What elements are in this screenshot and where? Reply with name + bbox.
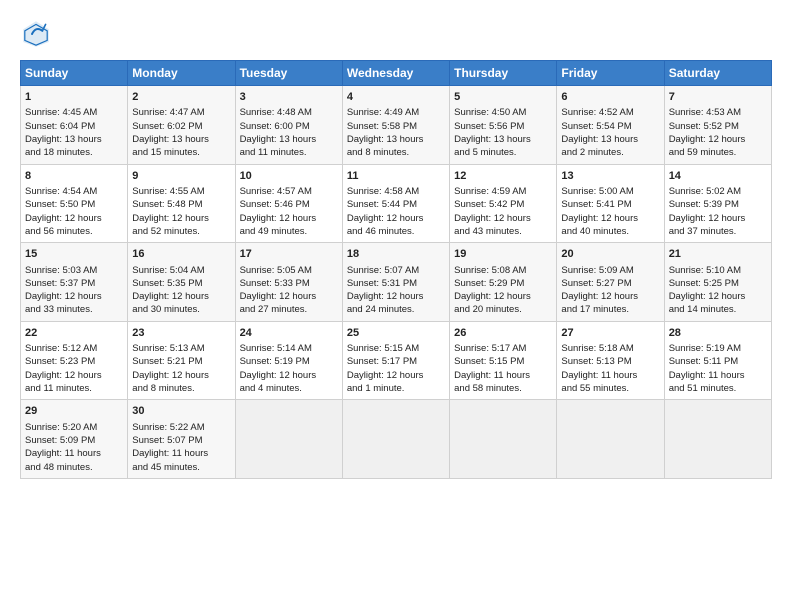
day-number: 19 bbox=[454, 247, 552, 262]
calendar-cell: 20Sunrise: 5:09 AMSunset: 5:27 PMDayligh… bbox=[557, 243, 664, 322]
calendar-cell bbox=[664, 400, 771, 479]
calendar-cell: 19Sunrise: 5:08 AMSunset: 5:29 PMDayligh… bbox=[450, 243, 557, 322]
day-number: 11 bbox=[347, 169, 445, 184]
day-number: 1 bbox=[25, 90, 123, 105]
calendar-cell: 11Sunrise: 4:58 AMSunset: 5:44 PMDayligh… bbox=[342, 164, 449, 243]
calendar-page: SundayMondayTuesdayWednesdayThursdayFrid… bbox=[0, 0, 792, 612]
day-header: Thursday bbox=[450, 61, 557, 86]
calendar-cell bbox=[450, 400, 557, 479]
day-number: 28 bbox=[669, 326, 767, 341]
calendar-cell: 21Sunrise: 5:10 AMSunset: 5:25 PMDayligh… bbox=[664, 243, 771, 322]
calendar-cell: 17Sunrise: 5:05 AMSunset: 5:33 PMDayligh… bbox=[235, 243, 342, 322]
calendar-week-row: 1Sunrise: 4:45 AMSunset: 6:04 PMDaylight… bbox=[21, 86, 772, 165]
day-number: 10 bbox=[240, 169, 338, 184]
calendar-cell bbox=[235, 400, 342, 479]
calendar-cell: 23Sunrise: 5:13 AMSunset: 5:21 PMDayligh… bbox=[128, 321, 235, 400]
calendar-cell: 9Sunrise: 4:55 AMSunset: 5:48 PMDaylight… bbox=[128, 164, 235, 243]
day-number: 27 bbox=[561, 326, 659, 341]
calendar-cell: 10Sunrise: 4:57 AMSunset: 5:46 PMDayligh… bbox=[235, 164, 342, 243]
day-number: 29 bbox=[25, 404, 123, 419]
day-header: Saturday bbox=[664, 61, 771, 86]
day-number: 4 bbox=[347, 90, 445, 105]
day-number: 23 bbox=[132, 326, 230, 341]
logo bbox=[20, 18, 58, 50]
calendar-cell: 13Sunrise: 5:00 AMSunset: 5:41 PMDayligh… bbox=[557, 164, 664, 243]
calendar-week-row: 29Sunrise: 5:20 AMSunset: 5:09 PMDayligh… bbox=[21, 400, 772, 479]
calendar-cell: 18Sunrise: 5:07 AMSunset: 5:31 PMDayligh… bbox=[342, 243, 449, 322]
day-number: 13 bbox=[561, 169, 659, 184]
calendar-cell: 6Sunrise: 4:52 AMSunset: 5:54 PMDaylight… bbox=[557, 86, 664, 165]
day-number: 5 bbox=[454, 90, 552, 105]
header bbox=[20, 18, 772, 50]
day-number: 2 bbox=[132, 90, 230, 105]
day-number: 21 bbox=[669, 247, 767, 262]
calendar-cell: 8Sunrise: 4:54 AMSunset: 5:50 PMDaylight… bbox=[21, 164, 128, 243]
calendar-cell: 29Sunrise: 5:20 AMSunset: 5:09 PMDayligh… bbox=[21, 400, 128, 479]
calendar-cell: 14Sunrise: 5:02 AMSunset: 5:39 PMDayligh… bbox=[664, 164, 771, 243]
day-header: Sunday bbox=[21, 61, 128, 86]
calendar-week-row: 22Sunrise: 5:12 AMSunset: 5:23 PMDayligh… bbox=[21, 321, 772, 400]
calendar-cell: 3Sunrise: 4:48 AMSunset: 6:00 PMDaylight… bbox=[235, 86, 342, 165]
logo-icon bbox=[20, 18, 52, 50]
day-number: 6 bbox=[561, 90, 659, 105]
calendar-cell: 2Sunrise: 4:47 AMSunset: 6:02 PMDaylight… bbox=[128, 86, 235, 165]
calendar-cell: 27Sunrise: 5:18 AMSunset: 5:13 PMDayligh… bbox=[557, 321, 664, 400]
calendar-cell: 16Sunrise: 5:04 AMSunset: 5:35 PMDayligh… bbox=[128, 243, 235, 322]
calendar-cell: 25Sunrise: 5:15 AMSunset: 5:17 PMDayligh… bbox=[342, 321, 449, 400]
calendar-week-row: 15Sunrise: 5:03 AMSunset: 5:37 PMDayligh… bbox=[21, 243, 772, 322]
day-number: 7 bbox=[669, 90, 767, 105]
calendar-cell: 28Sunrise: 5:19 AMSunset: 5:11 PMDayligh… bbox=[664, 321, 771, 400]
day-number: 24 bbox=[240, 326, 338, 341]
day-number: 12 bbox=[454, 169, 552, 184]
day-header: Monday bbox=[128, 61, 235, 86]
calendar-cell: 7Sunrise: 4:53 AMSunset: 5:52 PMDaylight… bbox=[664, 86, 771, 165]
calendar-cell: 4Sunrise: 4:49 AMSunset: 5:58 PMDaylight… bbox=[342, 86, 449, 165]
day-number: 16 bbox=[132, 247, 230, 262]
day-number: 26 bbox=[454, 326, 552, 341]
header-row: SundayMondayTuesdayWednesdayThursdayFrid… bbox=[21, 61, 772, 86]
calendar-cell: 15Sunrise: 5:03 AMSunset: 5:37 PMDayligh… bbox=[21, 243, 128, 322]
day-header: Wednesday bbox=[342, 61, 449, 86]
day-number: 15 bbox=[25, 247, 123, 262]
day-header: Tuesday bbox=[235, 61, 342, 86]
calendar-week-row: 8Sunrise: 4:54 AMSunset: 5:50 PMDaylight… bbox=[21, 164, 772, 243]
calendar-cell: 5Sunrise: 4:50 AMSunset: 5:56 PMDaylight… bbox=[450, 86, 557, 165]
calendar-cell bbox=[342, 400, 449, 479]
calendar-cell: 12Sunrise: 4:59 AMSunset: 5:42 PMDayligh… bbox=[450, 164, 557, 243]
calendar-cell: 26Sunrise: 5:17 AMSunset: 5:15 PMDayligh… bbox=[450, 321, 557, 400]
calendar-cell: 1Sunrise: 4:45 AMSunset: 6:04 PMDaylight… bbox=[21, 86, 128, 165]
calendar-cell bbox=[557, 400, 664, 479]
day-number: 8 bbox=[25, 169, 123, 184]
day-number: 22 bbox=[25, 326, 123, 341]
day-header: Friday bbox=[557, 61, 664, 86]
calendar-cell: 24Sunrise: 5:14 AMSunset: 5:19 PMDayligh… bbox=[235, 321, 342, 400]
calendar-cell: 30Sunrise: 5:22 AMSunset: 5:07 PMDayligh… bbox=[128, 400, 235, 479]
calendar-table: SundayMondayTuesdayWednesdayThursdayFrid… bbox=[20, 60, 772, 479]
day-number: 25 bbox=[347, 326, 445, 341]
calendar-cell: 22Sunrise: 5:12 AMSunset: 5:23 PMDayligh… bbox=[21, 321, 128, 400]
day-number: 3 bbox=[240, 90, 338, 105]
day-number: 17 bbox=[240, 247, 338, 262]
day-number: 30 bbox=[132, 404, 230, 419]
day-number: 9 bbox=[132, 169, 230, 184]
day-number: 20 bbox=[561, 247, 659, 262]
day-number: 14 bbox=[669, 169, 767, 184]
day-number: 18 bbox=[347, 247, 445, 262]
